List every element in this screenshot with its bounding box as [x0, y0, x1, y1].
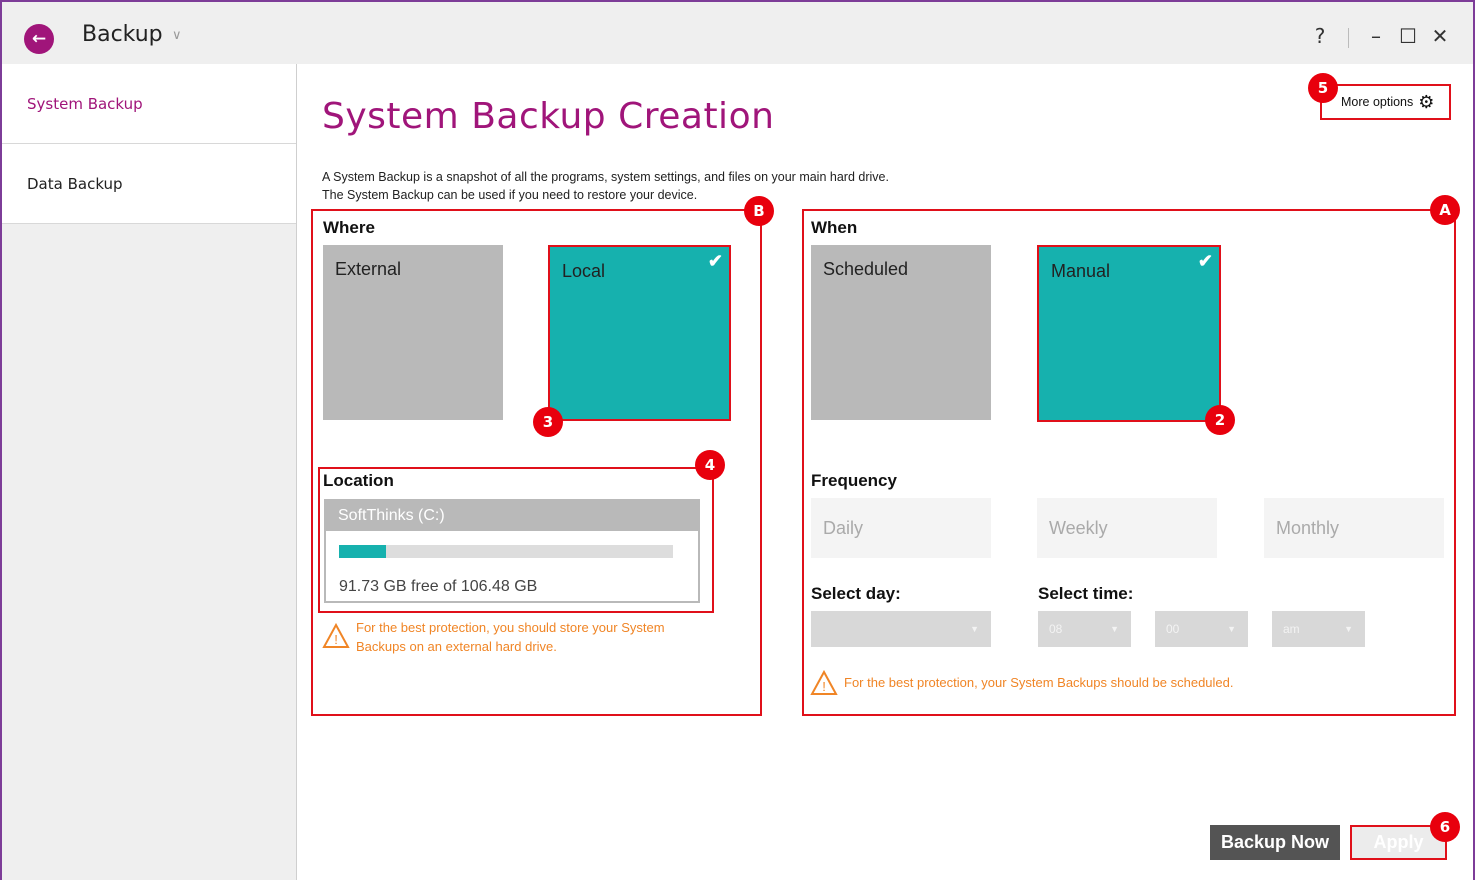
when-scheduled-label: Scheduled: [823, 259, 909, 279]
gear-icon: ⚙: [1418, 91, 1435, 112]
where-local-label: Local: [562, 261, 606, 281]
annotation-badge-6: 6: [1430, 812, 1460, 842]
warning-icon: !: [322, 623, 350, 648]
checkmark-icon: ✔: [1197, 251, 1213, 271]
frequency-monthly-button[interactable]: Monthly: [1264, 498, 1444, 558]
chevron-down-icon: ▼: [1110, 624, 1119, 634]
minute-select[interactable]: 00 ▼: [1155, 611, 1248, 647]
storage-usage-fill: [339, 545, 386, 558]
back-arrow-icon[interactable]: ←: [24, 24, 54, 54]
backup-now-button[interactable]: Backup Now: [1210, 825, 1340, 860]
chevron-down-icon: ▼: [970, 624, 979, 634]
separator: [1348, 28, 1349, 48]
warning-icon: !: [810, 670, 838, 695]
sidebar-item-data-backup[interactable]: Data Backup: [2, 144, 296, 224]
description-line-1: A System Backup is a snapshot of all the…: [322, 170, 889, 184]
select-time-label: Select time:: [1038, 584, 1134, 603]
page-description: A System Backup is a snapshot of all the…: [322, 168, 889, 204]
day-select[interactable]: ▼: [811, 611, 991, 647]
when-manual-tile[interactable]: Manual ✔: [1037, 245, 1221, 422]
annotation-badge-4: 4: [695, 450, 725, 480]
description-line-2: The System Backup can be used if you nee…: [322, 188, 698, 202]
where-external-tile[interactable]: External: [323, 245, 503, 420]
chevron-down-icon: ▼: [1227, 624, 1236, 634]
frequency-label: Frequency: [811, 471, 897, 490]
ampm-select-value: am: [1283, 622, 1300, 636]
app-title: Backup: [82, 22, 163, 47]
svg-text:!: !: [334, 632, 338, 647]
when-manual-label: Manual: [1051, 261, 1111, 281]
annotation-badge-a: A: [1430, 195, 1460, 225]
more-options-button[interactable]: More options ⚙: [1320, 84, 1451, 120]
storage-free-text: 91.73 GB free of 106.48 GB: [339, 578, 538, 595]
more-options-label: More options: [1341, 95, 1414, 109]
frequency-weekly-button[interactable]: Weekly: [1037, 498, 1217, 558]
ampm-select[interactable]: am ▼: [1272, 611, 1365, 647]
minute-select-value: 00: [1166, 622, 1180, 636]
location-warning: For the best protection, you should stor…: [356, 620, 665, 654]
svg-text:!: !: [822, 679, 826, 694]
drive-name: SoftThinks (C:): [326, 501, 698, 531]
where-external-label: External: [335, 259, 402, 279]
chevron-down-icon: ▼: [1344, 624, 1353, 634]
location-label: Location: [323, 471, 394, 490]
page-title: System Backup Creation: [322, 96, 775, 137]
close-button[interactable]: ✕: [1428, 24, 1452, 48]
schedule-warning: For the best protection, your System Bac…: [844, 675, 1234, 690]
when-scheduled-tile[interactable]: Scheduled: [811, 245, 991, 420]
checkmark-icon: ✔: [707, 251, 723, 271]
annotation-badge-2: 2: [1205, 405, 1235, 435]
sidebar-item-system-backup[interactable]: System Backup: [2, 64, 296, 144]
where-label: Where: [323, 218, 375, 237]
hour-select-value: 08: [1049, 622, 1063, 636]
annotation-badge-b: B: [744, 196, 774, 226]
storage-usage-bar: [339, 545, 673, 558]
annotation-badge-5: 5: [1308, 73, 1338, 103]
help-button[interactable]: ?: [1308, 24, 1332, 48]
select-day-label: Select day:: [811, 584, 901, 603]
annotation-badge-3: 3: [533, 407, 563, 437]
maximize-button[interactable]: ☐: [1396, 24, 1420, 48]
title-bar: ← Backup ∨ ? – ☐ ✕: [2, 2, 1473, 64]
chevron-down-icon[interactable]: ∨: [172, 28, 182, 43]
location-card[interactable]: SoftThinks (C:) 91.73 GB free of 106.48 …: [324, 499, 700, 603]
minimize-button[interactable]: –: [1364, 24, 1388, 48]
where-local-tile[interactable]: Local ✔: [548, 245, 731, 421]
frequency-daily-button[interactable]: Daily: [811, 498, 991, 558]
hour-select[interactable]: 08 ▼: [1038, 611, 1131, 647]
when-label: When: [811, 218, 858, 237]
sidebar: System Backup Data Backup: [2, 64, 297, 880]
